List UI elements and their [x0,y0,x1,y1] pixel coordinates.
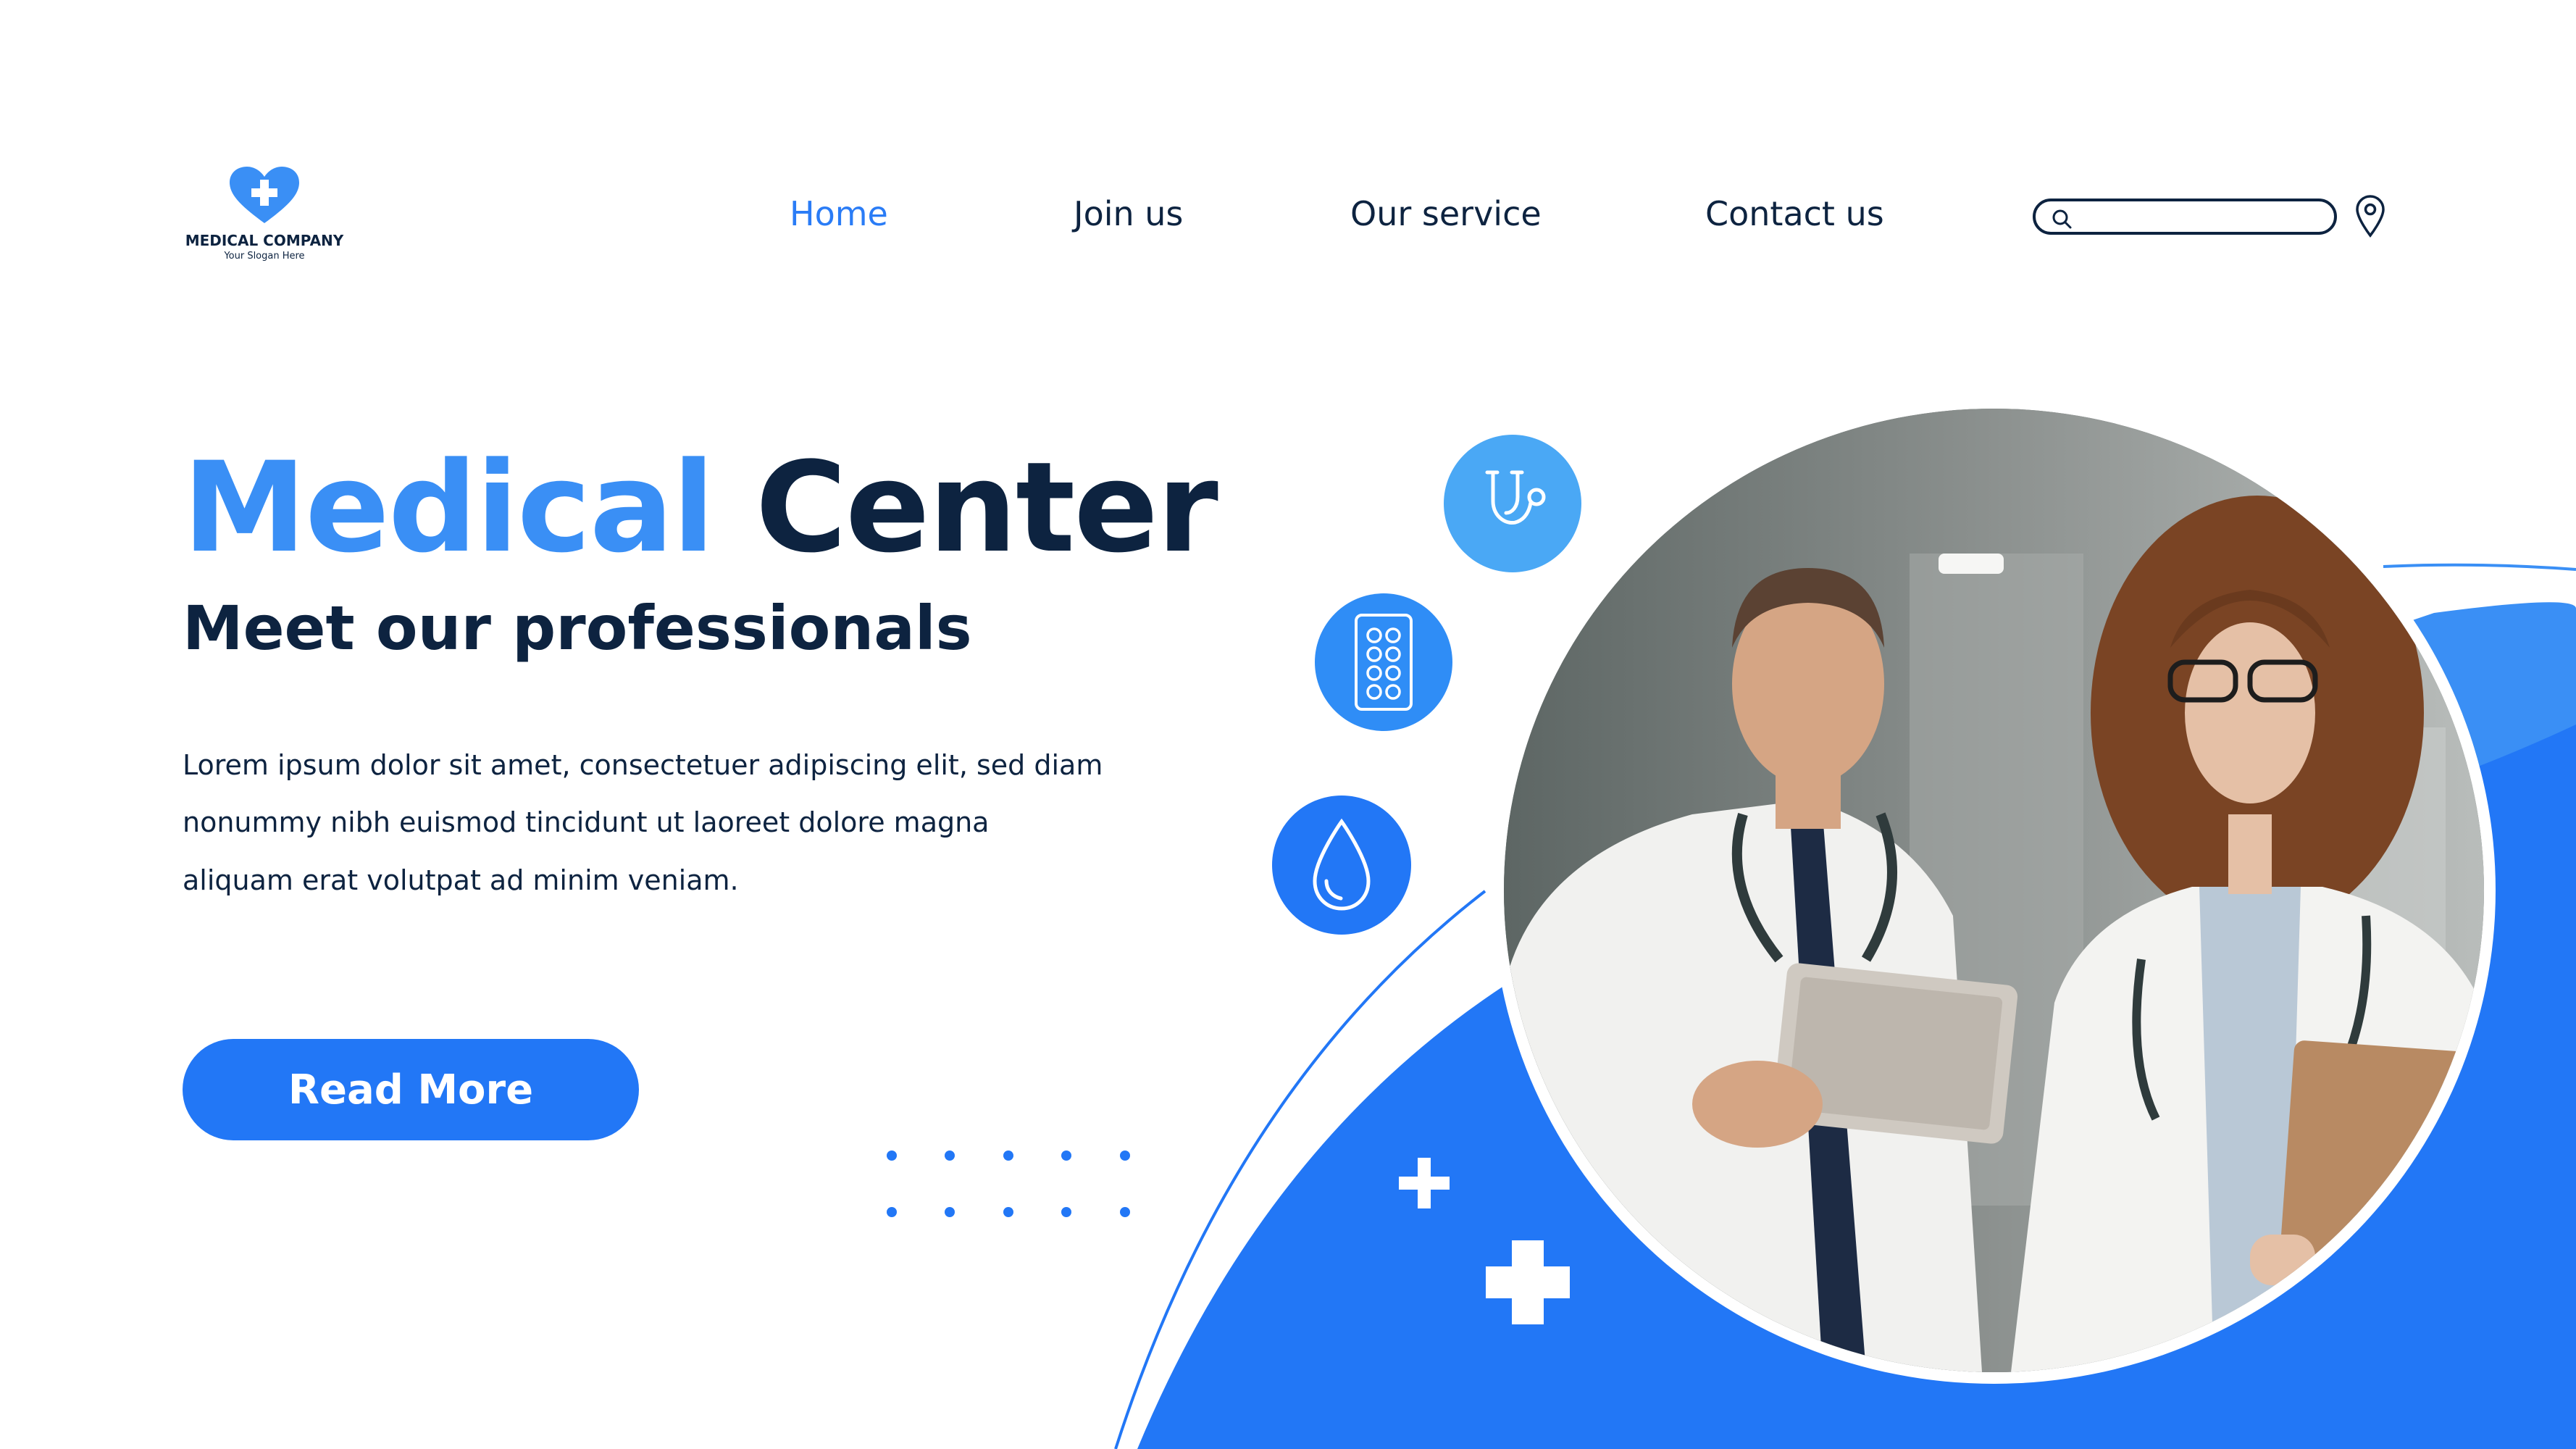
nav-our-service[interactable]: Our service [1350,194,1542,233]
nav-contact-us[interactable]: Contact us [1705,194,1884,233]
search-box[interactable] [2033,199,2337,235]
blood-drop-icon [1313,818,1371,911]
doctors-photo [1492,397,2496,1384]
hero-subtitle: Meet our professionals [183,593,972,664]
hero-body-line-3: aliquam erat volutpat ad minim veniam. [183,864,739,896]
search-icon [2052,209,2072,229]
blood-drop-badge [1272,796,1411,935]
nav-join-us[interactable]: Join us [1074,194,1183,233]
hero-title-part1: Medical [183,435,715,580]
nav-home[interactable]: Home [790,194,888,233]
company-logo[interactable]: MEDICAL COMPANY Your Slogan Here [177,165,351,267]
search-input[interactable] [2082,204,2324,230]
stethoscope-badge [1444,435,1581,572]
hero-body-line-2: nonummy nibh euismod tincidunt ut laoree… [183,806,990,838]
stethoscope-icon [1485,470,1546,525]
hero-title: Medical Center [183,435,1218,580]
company-slogan: Your Slogan Here [224,251,305,262]
company-name: MEDICAL COMPANY [185,232,344,249]
hero-thin-line-top [2383,563,2576,571]
pills-badge [1315,593,1452,731]
heart-plus-icon [230,167,299,223]
hero-body-line-1: Lorem ipsum dolor sit amet, consectetuer… [183,749,1103,781]
dot-grid [887,1151,1130,1217]
doctors-illustration [1504,409,2484,1372]
map-pin-icon[interactable] [2354,194,2386,238]
pills-icon [1355,614,1413,711]
read-more-button[interactable]: Read More [183,1039,639,1140]
hero-title-part2: Center [755,435,1218,580]
